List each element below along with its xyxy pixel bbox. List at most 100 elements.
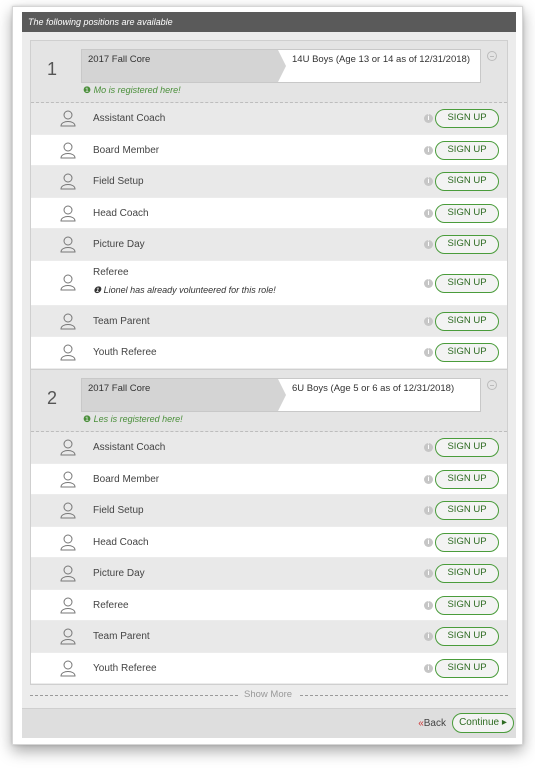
info-icon[interactable]: i (424, 177, 433, 186)
info-icon[interactable]: i (424, 114, 433, 123)
sign-up-button[interactable]: SIGN UP (435, 627, 499, 646)
sign-up-button[interactable]: SIGN UP (435, 235, 499, 254)
collapse-icon[interactable] (487, 380, 497, 390)
info-icon[interactable]: i (424, 316, 433, 326)
role-row: Field Setup i SIGN UP (31, 166, 507, 198)
user-outline-icon (60, 274, 76, 290)
role-label: Board Member (93, 144, 160, 156)
user-outline-icon (60, 502, 76, 519)
role-row: Board Member i SIGN UP (31, 135, 507, 166)
sign-up-button[interactable]: SIGN UP (435, 140, 499, 160)
registered-note-text: Mo is registered here! (93, 85, 181, 95)
user-outline-icon (60, 236, 76, 253)
info-icon[interactable]: i (424, 569, 433, 578)
user-outline-icon (60, 313, 76, 329)
user-outline-icon (60, 597, 76, 613)
registered-note-text: Les is registered here! (93, 414, 183, 424)
positions-header: The following positions are available (22, 12, 516, 32)
team-program-box: 2017 Fall Core 14U Boys (Age 13 or 14 as… (81, 49, 481, 83)
role-label: Youth Referee (93, 347, 157, 358)
info-icon[interactable]: i (424, 537, 433, 547)
sign-up-button[interactable]: SIGN UP (435, 564, 499, 583)
team-card-2: 2 2017 Fall Core 6U Boys (Age 5 or 6 as … (30, 369, 508, 685)
info-icon[interactable]: i (424, 506, 433, 515)
role-row: Team Parent i SIGN UP (31, 305, 507, 337)
sign-up-button[interactable]: SIGN UP (435, 469, 499, 489)
info-icon: ❶ (83, 414, 92, 424)
user-outline-icon (60, 660, 76, 676)
sign-up-button[interactable]: SIGN UP (435, 438, 499, 457)
info-icon[interactable]: i (424, 443, 433, 452)
user-outline-icon (60, 534, 76, 550)
sign-up-button[interactable]: SIGN UP (435, 532, 499, 552)
role-row: Youth Referee i SIGN UP (31, 337, 507, 369)
info-icon[interactable]: i (424, 145, 433, 155)
sign-up-button[interactable]: SIGN UP (435, 658, 499, 678)
division-label: 14U Boys (Age 13 or 14 as of 12/31/2018) (292, 54, 470, 65)
role-label: Head Coach (93, 536, 149, 548)
info-icon[interactable]: i (424, 208, 433, 218)
role-row: Youth Referee i SIGN UP (31, 653, 507, 684)
team-header: 2 2017 Fall Core 6U Boys (Age 5 or 6 as … (31, 370, 507, 432)
alert-icon: ❶ (93, 284, 102, 295)
info-icon[interactable]: i (424, 663, 433, 673)
user-outline-icon (60, 344, 76, 361)
user-outline-icon (60, 471, 76, 487)
role-label: Referee (93, 266, 129, 278)
role-label: Field Setup (93, 505, 144, 516)
info-icon[interactable]: i (424, 278, 433, 288)
role-row: Assistant Coach i SIGN UP (31, 432, 507, 464)
registered-note: ❶ Les is registered here! (83, 414, 183, 425)
team-number: 2 (47, 388, 58, 408)
info-icon[interactable]: i (424, 600, 433, 610)
season-arrow (278, 50, 286, 82)
role-label: Picture Day (93, 239, 145, 250)
footer-bar: «Back Continue ▸ (22, 708, 516, 738)
team-number: 1 (47, 59, 58, 79)
role-label: Youth Referee (93, 662, 157, 674)
team-header: 1 2017 Fall Core 14U Boys (Age 13 or 14 … (31, 41, 507, 103)
role-row: Head Coach i SIGN UP (31, 198, 507, 229)
user-outline-icon (60, 173, 76, 190)
season-arrow (278, 379, 286, 411)
user-outline-icon (60, 439, 76, 456)
season-label: 2017 Fall Core (82, 50, 278, 82)
user-outline-icon (60, 142, 76, 158)
registered-note: ❶ Mo is registered here! (83, 85, 181, 96)
user-outline-icon (60, 205, 76, 221)
role-row: Team Parent i SIGN UP (31, 621, 507, 653)
info-icon[interactable]: i (424, 240, 433, 249)
info-icon: ❶ (83, 85, 92, 95)
user-outline-icon (60, 110, 76, 127)
sign-up-button[interactable]: SIGN UP (435, 203, 499, 223)
sign-up-button[interactable]: SIGN UP (435, 311, 499, 331)
role-row: Field Setup i SIGN UP (31, 495, 507, 527)
sign-up-button[interactable]: SIGN UP (435, 172, 499, 191)
role-row: Head Coach i SIGN UP (31, 527, 507, 558)
user-outline-icon (60, 628, 76, 645)
sign-up-button[interactable]: SIGN UP (435, 595, 499, 615)
role-label: Assistant Coach (93, 113, 166, 124)
role-label: Board Member (93, 473, 160, 485)
role-label: Referee (93, 599, 129, 611)
role-label: Picture Day (93, 568, 145, 579)
sign-up-button[interactable]: SIGN UP (435, 109, 499, 128)
role-label: Assistant Coach (93, 442, 166, 453)
info-icon[interactable]: i (424, 632, 433, 641)
back-link[interactable]: «Back (418, 718, 446, 729)
info-icon[interactable]: i (424, 474, 433, 484)
sign-up-button[interactable]: SIGN UP (435, 501, 499, 520)
role-row: Referee i SIGN UP (31, 590, 507, 621)
season-label: 2017 Fall Core (82, 379, 278, 411)
role-label: Field Setup (93, 176, 144, 187)
team-card-1: 1 2017 Fall Core 14U Boys (Age 13 or 14 … (30, 40, 508, 370)
role-row: Picture Day i SIGN UP (31, 229, 507, 261)
role-row: Referee ❶ Lionel has already volunteered… (31, 261, 507, 306)
sign-up-button[interactable]: SIGN UP (435, 343, 499, 362)
collapse-icon[interactable] (487, 51, 497, 61)
sign-up-button[interactable]: SIGN UP (435, 273, 499, 293)
continue-button[interactable]: Continue ▸ (452, 713, 514, 733)
positions-panel: 1 2017 Fall Core 14U Boys (Age 13 or 14 … (22, 32, 516, 708)
show-more-link[interactable]: Show More (238, 689, 299, 700)
info-icon[interactable]: i (424, 348, 433, 357)
